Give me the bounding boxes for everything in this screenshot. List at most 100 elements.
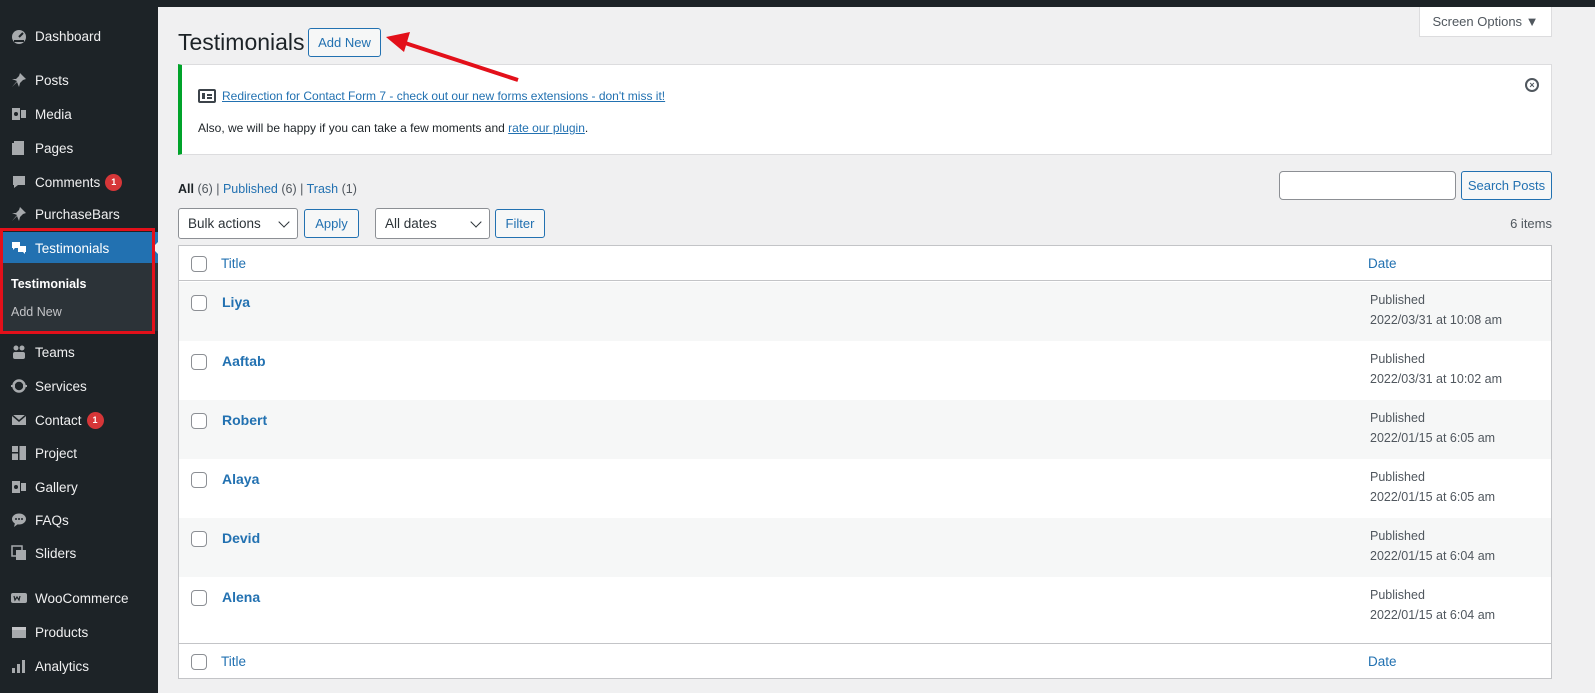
filter-all[interactable]: All (6) [178,182,213,196]
select-all-checkbox[interactable] [191,654,207,670]
dates-select[interactable]: All dates [375,208,490,239]
sidebar-item-dashboard[interactable]: Dashboard [0,20,158,52]
filter-published-label: Published [222,182,278,196]
sidebar-item-label: Testimonials [35,240,110,256]
row-title-link[interactable]: Alaya [222,471,259,487]
sidebar-item-label: Media [35,106,72,122]
pin-icon [9,70,29,90]
sidebar-item-pages[interactable]: Pages [0,132,158,164]
column-title-footer[interactable]: Title [221,654,246,669]
sidebar-item-project[interactable]: Project [0,437,158,469]
comments-icon [9,172,29,192]
notice-link[interactable]: Redirection for Contact Form 7 - check o… [222,89,665,103]
add-new-button[interactable]: Add New [308,28,381,57]
sidebar-item-media[interactable]: Media [0,98,158,130]
row-title-link[interactable]: Alena [222,589,260,605]
sidebar-item-woocommerce[interactable]: WooCommerce [0,582,158,614]
posts-table: Title Date Liya Published 2022/03/31 at … [178,245,1552,679]
notice-text-after: . [584,121,589,135]
contact-count-badge: 1 [86,411,104,429]
row-title-link[interactable]: Robert [222,412,267,428]
select-all-checkbox[interactable] [191,256,207,272]
row-title-link[interactable]: Aaftab [222,353,266,369]
pages-icon [9,138,29,158]
sidebar-item-label: PurchaseBars [35,206,120,222]
row-date: 2022/03/31 at 10:08 am [1370,313,1503,327]
dismiss-icon[interactable]: × [1525,78,1539,92]
sidebar-item-comments[interactable]: Comments 1 [0,166,158,198]
sidebar-item-faqs[interactable]: FAQs [0,504,158,536]
separator: | [300,182,304,196]
filter-button[interactable]: Filter [495,209,545,238]
sidebar-item-sliders[interactable]: Sliders [0,537,158,569]
search-posts-input[interactable] [1279,171,1456,200]
row-date: 2022/01/15 at 6:05 am [1370,431,1496,445]
filter-published[interactable]: Published (6) [223,182,297,196]
sidebar-item-gallery[interactable]: Gallery [0,471,158,503]
filter-trash-count: (1) [341,182,357,196]
row-checkbox[interactable] [191,413,207,429]
row-date: 2022/01/15 at 6:04 am [1370,608,1496,622]
table-row: Robert Published 2022/01/15 at 6:05 am [179,400,1551,459]
row-status: Published [1370,411,1425,425]
sidebar-item-label: Dashboard [35,28,102,44]
row-checkbox[interactable] [191,472,207,488]
chevron-down-icon [278,216,290,228]
sidebar-item-label: Services [35,378,87,394]
sidebar-item-label: Posts [35,72,69,88]
row-title-link[interactable]: Devid [222,530,260,546]
row-title-link[interactable]: Liya [222,294,250,310]
pin-icon [9,204,29,224]
search-posts-button[interactable]: Search Posts [1461,171,1552,200]
separator: | [216,182,220,196]
apply-button[interactable]: Apply [304,209,359,238]
sidebar-item-purchasebars[interactable]: PurchaseBars [0,198,158,230]
main-content: Testimonials Add New Screen Options ▼ Re… [158,7,1595,693]
bulk-actions-select[interactable]: Bulk actions [178,208,298,239]
row-checkbox[interactable] [191,295,207,311]
sidebar-item-teams[interactable]: Teams [0,336,158,368]
sidebar-item-label: Products [35,624,89,640]
column-title-header[interactable]: Title [221,256,246,271]
sidebar-item-label: WooCommerce [35,590,129,606]
testimonial-icon [9,238,29,258]
row-status: Published [1370,352,1425,366]
page-title: Testimonials [178,29,305,55]
sidebar-item-analytics[interactable]: Analytics [0,650,158,682]
rate-plugin-link[interactable]: rate our plugin [508,121,585,135]
table-header: Title Date [179,246,1551,281]
sidebar-item-label: Comments [35,174,101,190]
table-row: Liya Published 2022/03/31 at 10:08 am [179,282,1551,341]
table-row: Alena Published 2022/01/15 at 6:04 am [179,577,1551,636]
sidebar-item-products[interactable]: Products [0,616,158,648]
screen-options-button[interactable]: Screen Options ▼ [1419,7,1552,37]
row-checkbox[interactable] [191,590,207,606]
media-icon [9,104,29,124]
analytics-icon [9,656,29,676]
row-checkbox[interactable] [191,531,207,547]
sidebar-item-contact[interactable]: Contact 1 [0,404,158,436]
submenu-item-add-new[interactable]: Add New [11,305,62,319]
row-checkbox[interactable] [191,354,207,370]
bulk-actions-value: Bulk actions [188,216,261,231]
sidebar-item-label: Project [35,445,78,461]
sidebar-item-label: Analytics [35,658,90,674]
column-date-footer[interactable]: Date [1368,654,1397,669]
column-date-header[interactable]: Date [1368,256,1397,271]
filter-all-count: (6) [197,182,213,196]
table-row: Alaya Published 2022/01/15 at 6:05 am [179,459,1551,518]
sidebar-item-label: Gallery [35,479,78,495]
faq-icon [9,510,29,530]
filter-trash[interactable]: Trash (1) [307,182,357,196]
sidebar-item-label: Contact [35,412,82,428]
sidebar-item-label: Sliders [35,545,77,561]
items-count: 6 items [1510,216,1552,231]
admin-sidebar: Dashboard Posts Media Pages Comments 1 P… [0,0,158,693]
sidebar-item-posts[interactable]: Posts [0,64,158,96]
submenu-item-testimonials[interactable]: Testimonials [11,277,86,291]
mail-icon [9,410,29,430]
sidebar-item-testimonials[interactable]: Testimonials [0,232,158,264]
chevron-down-icon [470,216,482,228]
sidebar-item-services[interactable]: Services [0,370,158,402]
admin-bar [0,0,1595,7]
